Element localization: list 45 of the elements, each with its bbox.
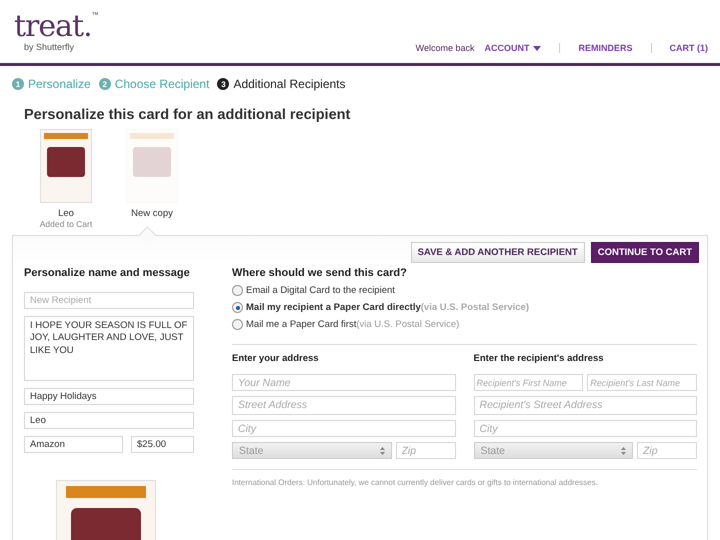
delivery-option[interactable]: Mail me a Paper Card first(via U.S. Postal Service) xyxy=(232,319,697,330)
street-field[interactable]: Recipient's Street Address xyxy=(474,396,697,415)
amount-field[interactable]: $25.00 xyxy=(131,436,194,453)
nav-link[interactable]: ACCOUNT xyxy=(484,43,542,53)
updown-arrows-icon xyxy=(380,446,384,454)
delivery-option[interactable]: Mail my recipient a Paper Card directly(via U.S. Postal Service) xyxy=(232,302,697,313)
zip-field[interactable]: Zip xyxy=(637,442,697,459)
address-heading: Enter your address xyxy=(232,353,320,364)
radio-button[interactable] xyxy=(232,285,243,296)
save-add-button[interactable]: SAVE & ADD ANOTHER RECIPIENT xyxy=(410,242,585,263)
delivery-option[interactable]: Email a Digital Card to the recipient xyxy=(232,285,697,296)
gift-field[interactable]: Amazon xyxy=(24,436,123,453)
copy-name: Leo xyxy=(58,208,74,219)
city-field[interactable]: City xyxy=(474,420,697,437)
section-heading: Where should we send this card? xyxy=(232,267,408,279)
greeting-field[interactable]: Happy Holidays xyxy=(24,388,194,405)
step-link[interactable]: Additional Recipients xyxy=(233,77,346,91)
nav-link[interactable]: REMINDERS xyxy=(578,43,632,53)
logo-tagline: by Shutterfly xyxy=(24,42,76,52)
street-field[interactable]: Street Address xyxy=(232,396,456,415)
step-number: 1 xyxy=(12,78,24,90)
page-title: Personalize this card for an additional recipient xyxy=(24,107,352,123)
card-thumbnail[interactable] xyxy=(40,129,92,203)
nav-link[interactable]: CART (1) xyxy=(670,43,708,53)
message-field[interactable]: I HOPE YOUR SEASON IS FULL OF JOY, LAUGHTER AND LOVE, JUST LIKE YOU xyxy=(24,316,194,381)
notice-text: International Orders: Unfortunately, we cannot currently deliver cards or gifts to international addresses. xyxy=(232,478,599,487)
copy-name: New copy xyxy=(131,208,173,219)
name-field[interactable]: New Recipient xyxy=(24,292,194,309)
city-field[interactable]: City xyxy=(232,420,456,437)
signature-field[interactable]: Leo xyxy=(24,412,194,429)
last-name-field[interactable]: Recipient's Last Name xyxy=(587,374,697,391)
first-name-field[interactable]: Recipient's First Name xyxy=(474,374,584,391)
updown-arrows-icon xyxy=(621,446,626,454)
copy-status: Added to Cart xyxy=(40,219,92,229)
step-number: 3 xyxy=(217,78,230,90)
section-heading: Personalize name and message xyxy=(24,267,191,279)
welcome-text: Welcome back xyxy=(416,43,474,53)
step-number: 2 xyxy=(98,78,111,90)
logo-wordmark[interactable]: treat. xyxy=(14,12,92,42)
radio-button[interactable] xyxy=(232,302,243,313)
radio-button[interactable] xyxy=(232,319,243,330)
address-heading: Enter the recipient's address xyxy=(474,353,605,364)
name-field[interactable]: Your Name xyxy=(232,374,456,391)
continue-button[interactable]: CONTINUE TO CART xyxy=(590,242,699,263)
zip-field[interactable]: Zip xyxy=(396,442,456,459)
